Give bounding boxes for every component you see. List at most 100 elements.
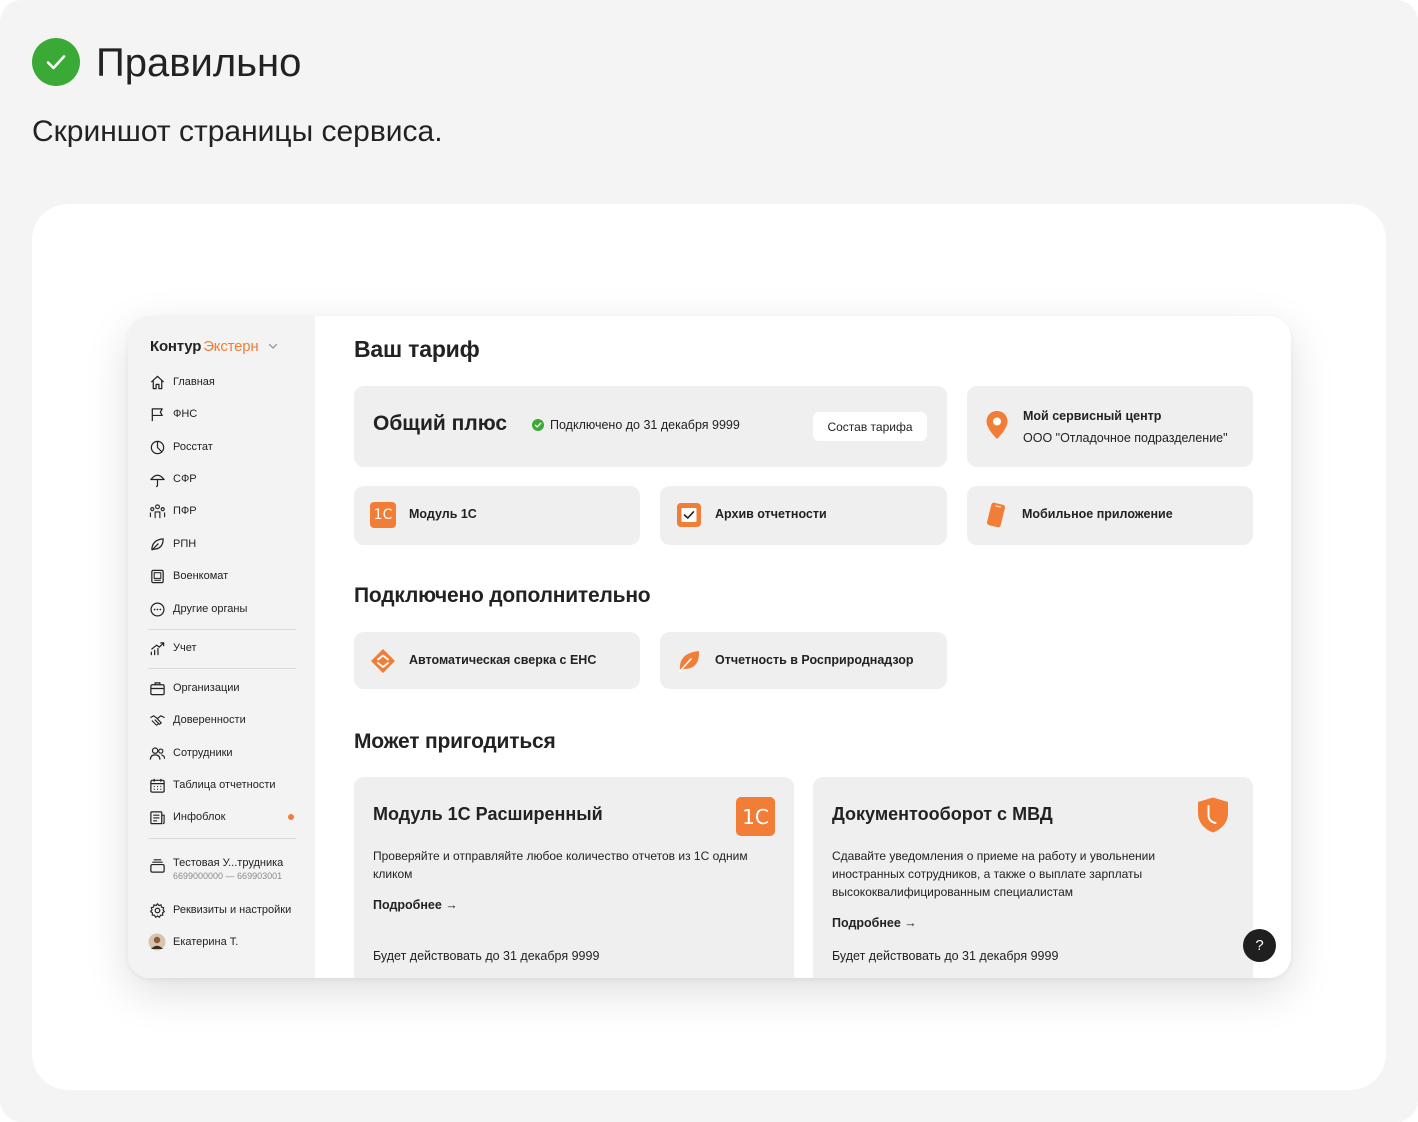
sidebar-item-label: Сотрудники (173, 747, 233, 759)
sidebar-item-infoblock[interactable]: Инфоблок (148, 806, 308, 828)
sidebar-divider (148, 668, 296, 669)
user-name: Екатерина Т. (173, 936, 239, 948)
tariff-card: Общий плюс Подключено до 31 декабря 9999… (354, 386, 947, 467)
offer-title: Модуль 1С Расширенный (373, 804, 603, 824)
slide-subheading: Скриншот страницы сервиса. (32, 115, 443, 148)
tariff-status-text: Подключено до 31 декабря 9999 (550, 418, 740, 432)
sidebar-item-label: РПН (173, 538, 197, 550)
offer-description-line: Проверяйте и отправляйте любое количеств… (373, 849, 748, 863)
service-center-name: ООО "Отладочное подразделение" (1023, 431, 1228, 445)
offer-description-line: кликом (373, 867, 413, 881)
logo[interactable]: Контур Экстерн (150, 336, 279, 356)
offer-card-1c-extended[interactable]: Модуль 1С Расширенный 1С Проверяйте и от… (354, 777, 794, 978)
chart-up-icon (148, 639, 166, 657)
location-pin-icon (985, 410, 1009, 445)
sidebar-item-label: Организации (173, 682, 240, 694)
offer-description: Сдавайте уведомления о приеме на работу … (832, 847, 1155, 901)
service-center-card[interactable]: Мой сервисный центр ООО "Отладочное подр… (967, 386, 1253, 467)
offer-description: Проверяйте и отправляйте любое количеств… (373, 847, 748, 883)
sidebar-item-label: Таблица отчетности (173, 779, 276, 791)
feature-label: Модуль 1С (409, 507, 477, 521)
tariff-name: Общий плюс (373, 412, 508, 435)
leaf-icon (676, 648, 702, 674)
slide-background: Правильно Скриншот страницы сервиса. Кон… (0, 0, 1418, 1122)
offer-card-mvd[interactable]: Документооборот с МВД Сдавайте уведомлен… (813, 777, 1253, 978)
check-circle-icon (532, 419, 544, 431)
sidebar-item-label: Росстат (173, 441, 213, 453)
feature-label: Мобильное приложение (1022, 507, 1173, 521)
organization-icon (148, 856, 166, 874)
sidebar-item-employees[interactable]: Сотрудники (148, 742, 308, 764)
1c-icon: 1С (736, 797, 775, 836)
sidebar-item-label: Другие органы (173, 603, 248, 615)
sidebar-item-sfr[interactable]: СФР (148, 468, 308, 490)
sidebar-item-pfr[interactable]: ПФР (148, 500, 308, 522)
leaf-icon (148, 535, 166, 553)
sidebar-item-other[interactable]: Другие органы (148, 598, 308, 620)
users-icon (148, 744, 166, 762)
offer-validity: Будет действовать до 31 декабря 9999 (832, 949, 1059, 963)
sidebar-item-label: ПФР (173, 505, 197, 517)
offer-title: Документооборот с МВД (832, 804, 1053, 824)
1c-icon: 1С (370, 502, 396, 528)
notification-dot (288, 814, 294, 820)
sidebar-item-settings[interactable]: Реквизиты и настройки (148, 899, 308, 921)
sidebar-divider (148, 838, 296, 839)
sidebar-item-fns[interactable]: ФНС (148, 403, 308, 425)
more-icon (148, 600, 166, 618)
feature-archive[interactable]: Архив отчетности (660, 486, 947, 545)
feature-mobile-app[interactable]: Мобильное приложение (967, 486, 1253, 545)
section-title-tariff: Ваш тариф (354, 336, 480, 362)
people-icon (148, 502, 166, 520)
user-menu[interactable]: Екатерина Т. (148, 931, 308, 953)
organization-name: Тестовая У...трудника (173, 857, 284, 869)
sidebar-item-label: СФР (173, 473, 197, 485)
connected-label: Автоматическая сверка с ЕНС (409, 653, 597, 667)
sidebar-item-rpn[interactable]: РПН (148, 533, 308, 555)
briefcase-icon (148, 679, 166, 697)
slide-heading: Правильно (96, 41, 302, 85)
calendar-icon (148, 776, 166, 794)
sidebar-item-organizations[interactable]: Организации (148, 677, 308, 699)
feature-1c-module[interactable]: 1С Модуль 1С (354, 486, 640, 545)
sidebar-item-label: Учет (173, 642, 197, 654)
sidebar-item-label: Реквизиты и настройки (173, 904, 292, 916)
sidebar-item-label: Главная (173, 376, 215, 388)
sidebar-item-accounting[interactable]: Учет (148, 637, 308, 659)
offer-description-line: Сдавайте уведомления о приеме на работу … (832, 849, 1156, 863)
chevron-down-icon[interactable] (267, 340, 279, 352)
umbrella-icon (148, 470, 166, 488)
logo-brand: Контур (150, 337, 202, 355)
connected-label: Отчетность в Росприроднадзор (715, 653, 914, 667)
organization-inn: 6699000000 — 669903001 (173, 871, 283, 881)
connected-ens-reconcile[interactable]: Автоматическая сверка с ЕНС (354, 632, 640, 689)
sidebar-item-report-table[interactable]: Таблица отчетности (148, 774, 308, 796)
section-title-useful: Может пригодиться (354, 730, 556, 753)
sidebar-item-label: ФНС (173, 408, 198, 420)
sidebar-item-home[interactable]: Главная (148, 371, 308, 393)
sidebar-item-label: Доверенности (173, 714, 246, 726)
sidebar-item-poa[interactable]: Доверенности (148, 709, 308, 731)
sidebar-item-voenkomat[interactable]: Военкомат (148, 565, 308, 587)
tariff-status: Подключено до 31 декабря 9999 (532, 418, 740, 432)
offer-more-link[interactable]: Подробнее → (832, 916, 917, 930)
logo-product: Экстерн (203, 337, 259, 355)
section-title-connected: Подключено дополнительно (354, 584, 651, 607)
phone-icon (983, 502, 1009, 528)
pie-chart-icon (148, 438, 166, 456)
avatar (148, 933, 166, 951)
connected-rpn-reporting[interactable]: Отчетность в Росприроднадзор (660, 632, 947, 689)
sidebar-divider (148, 629, 296, 630)
offer-more-link[interactable]: Подробнее → (373, 898, 458, 912)
tariff-composition-button[interactable]: Состав тарифа (813, 412, 927, 441)
offer-description-line: высококвалифицированным специалистам (832, 885, 1074, 899)
app-window: Контур Экстерн Главная ФНС Росстат СФР П… (128, 316, 1291, 978)
help-button[interactable]: ? (1243, 929, 1276, 962)
shield-icon (1196, 796, 1230, 839)
flag-icon (148, 405, 166, 423)
organization-switcher[interactable]: Тестовая У...трудника 6699000000 — 66990… (148, 856, 283, 883)
news-icon (148, 808, 166, 826)
offer-description-line: иностранных сотрудников, а также о выпла… (832, 867, 1143, 881)
sidebar-item-rosstat[interactable]: Росстат (148, 436, 308, 458)
handshake-icon (148, 711, 166, 729)
